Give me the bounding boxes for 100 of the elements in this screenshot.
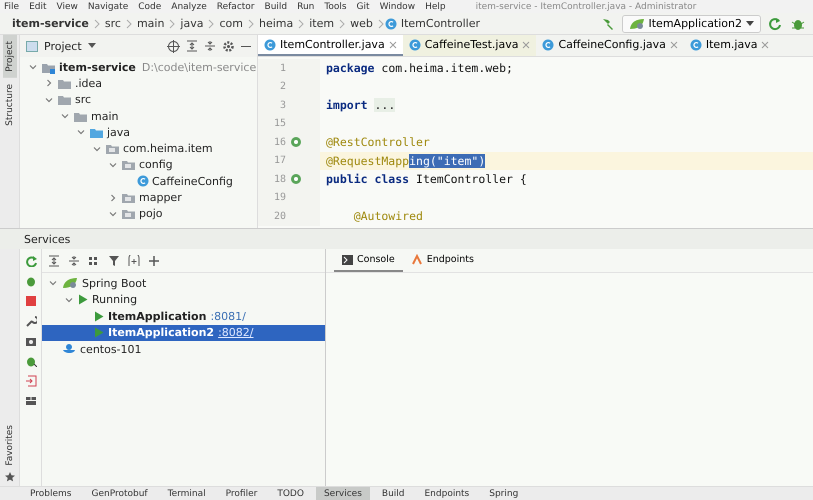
side-tab[interactable]: Favorites bbox=[2, 419, 16, 472]
close-icon[interactable] bbox=[761, 40, 770, 48]
tool-window-tab[interactable]: Terminal bbox=[160, 487, 214, 500]
play-icon bbox=[94, 327, 104, 338]
chevron-right-icon bbox=[168, 18, 176, 28]
tool-window-tab[interactable]: GenProtobuf bbox=[83, 487, 156, 500]
menu-item[interactable]: Edit bbox=[29, 2, 46, 12]
tool-window-tab[interactable]: Profiler bbox=[218, 487, 266, 500]
code-line: public class ItemController { bbox=[325, 172, 527, 186]
package-folder-icon bbox=[121, 191, 136, 204]
breadcrumb[interactable]: item bbox=[309, 17, 334, 30]
collapse-all-icon[interactable] bbox=[68, 254, 80, 266]
breadcrumb[interactable]: java bbox=[180, 17, 204, 30]
camera-icon[interactable] bbox=[24, 335, 36, 347]
menu-item[interactable]: Git bbox=[356, 2, 370, 12]
menu-item[interactable]: Window bbox=[380, 2, 416, 12]
chevron-right-icon bbox=[376, 18, 385, 28]
tree-item[interactable]: item-service bbox=[59, 60, 136, 74]
add-service-icon[interactable] bbox=[128, 254, 140, 266]
chevron-right-icon[interactable] bbox=[108, 192, 118, 203]
group-icon[interactable] bbox=[88, 254, 100, 266]
tree-item[interactable]: src bbox=[75, 93, 92, 106]
service-item[interactable]: Spring Boot bbox=[42, 275, 325, 292]
menu-item[interactable]: View bbox=[56, 2, 78, 12]
play-icon bbox=[78, 294, 88, 306]
service-item[interactable]: centos-101 bbox=[42, 341, 325, 358]
breadcrumb[interactable]: item-service bbox=[12, 17, 89, 30]
tree-item[interactable]: pojo bbox=[139, 207, 162, 220]
tree-item[interactable]: .idea bbox=[75, 76, 102, 90]
code-line: @Autowired bbox=[352, 209, 423, 224]
menu-item[interactable]: File bbox=[4, 2, 20, 12]
tool-window-tab[interactable]: TODO bbox=[269, 487, 312, 500]
layout-icon[interactable] bbox=[24, 395, 36, 407]
editor-tab[interactable]: CaffeineTest.java bbox=[402, 35, 536, 56]
stop-icon[interactable] bbox=[24, 295, 36, 307]
terminal-icon bbox=[342, 254, 353, 264]
leaf-icon bbox=[62, 277, 78, 290]
line-number: 2 bbox=[278, 81, 286, 92]
side-tab[interactable]: Structure bbox=[2, 78, 16, 132]
rerun-icon[interactable] bbox=[24, 255, 36, 267]
collapse-all-icon[interactable] bbox=[204, 40, 216, 52]
expand-all-icon[interactable] bbox=[48, 254, 60, 266]
tree-item[interactable]: config bbox=[139, 158, 173, 172]
editor-tab[interactable]: CaffeineConfig.java bbox=[536, 35, 684, 56]
service-label: ItemApplication bbox=[108, 310, 206, 323]
menu-item[interactable]: Analyze bbox=[171, 2, 207, 12]
breadcrumb[interactable]: web bbox=[350, 17, 373, 30]
crosshair-icon[interactable] bbox=[167, 40, 180, 52]
folder-icon bbox=[57, 93, 72, 106]
add-icon[interactable] bbox=[148, 254, 160, 266]
service-item[interactable]: ItemApplication2 :8082/ bbox=[42, 324, 325, 341]
close-icon[interactable] bbox=[522, 40, 530, 48]
filter-icon[interactable] bbox=[108, 254, 120, 266]
close-icon[interactable] bbox=[670, 40, 678, 48]
menu-item[interactable]: Tools bbox=[324, 2, 347, 12]
expand-all-icon[interactable] bbox=[186, 40, 198, 52]
editor-tab[interactable]: Item.java bbox=[684, 35, 776, 56]
class-icon bbox=[690, 38, 702, 50]
menu-item[interactable]: Help bbox=[425, 2, 446, 12]
breadcrumb[interactable]: src bbox=[104, 17, 121, 30]
line-number: 16 bbox=[272, 136, 286, 148]
tree-item[interactable]: com.heima.item bbox=[123, 142, 213, 156]
port-link[interactable]: :8082/ bbox=[218, 326, 254, 340]
tool-window-tab[interactable]: Spring bbox=[481, 487, 526, 500]
settings-icon[interactable] bbox=[222, 40, 235, 52]
editor-tab[interactable]: ItemController.java bbox=[258, 35, 403, 56]
package-folder-icon bbox=[105, 142, 120, 156]
sign-in-icon[interactable] bbox=[24, 375, 36, 387]
chevron-right-icon bbox=[297, 18, 306, 28]
panel-title[interactable]: Project bbox=[44, 40, 82, 52]
caret-icon[interactable] bbox=[88, 43, 96, 49]
tree-item[interactable]: java bbox=[107, 126, 130, 139]
line-number: 18 bbox=[272, 174, 286, 185]
menu-item[interactable]: Navigate bbox=[88, 2, 128, 12]
menu-item[interactable]: Run bbox=[297, 2, 314, 12]
chevron-right-icon[interactable] bbox=[44, 78, 54, 88]
rerun-icon[interactable] bbox=[767, 16, 783, 32]
service-item[interactable]: ItemApplication :8081/ bbox=[42, 308, 325, 324]
breadcrumb[interactable]: main bbox=[136, 17, 164, 30]
menu-item[interactable]: Build bbox=[264, 2, 288, 12]
window-icon bbox=[26, 40, 38, 52]
tree-item[interactable]: main bbox=[91, 110, 118, 123]
port-link[interactable]: :8081/ bbox=[210, 310, 246, 323]
minimize-icon[interactable] bbox=[241, 44, 251, 48]
run-config-dropdown[interactable]: ItemApplication2 bbox=[622, 14, 761, 32]
side-tab[interactable]: Project bbox=[2, 35, 16, 78]
console-tab[interactable]: Endpoints bbox=[402, 249, 482, 272]
close-icon[interactable] bbox=[388, 40, 397, 48]
service-item[interactable]: Running bbox=[42, 292, 325, 308]
menu-item[interactable]: Code bbox=[138, 2, 162, 12]
menu-item[interactable]: Refactor bbox=[216, 2, 255, 12]
tool-window-tab[interactable]: Problems bbox=[22, 487, 80, 500]
breadcrumb[interactable]: heima bbox=[258, 17, 294, 30]
tool-window-tab[interactable]: Build bbox=[374, 487, 412, 500]
tree-item[interactable]: mapper bbox=[139, 191, 182, 204]
tree-item[interactable]: CaffeineConfig bbox=[152, 174, 233, 188]
tool-window-tab[interactable]: Services bbox=[316, 487, 370, 500]
tool-window-tab[interactable]: Endpoints bbox=[416, 487, 478, 500]
breadcrumb[interactable]: ItemController bbox=[400, 17, 480, 30]
breadcrumb[interactable]: com bbox=[219, 17, 243, 30]
